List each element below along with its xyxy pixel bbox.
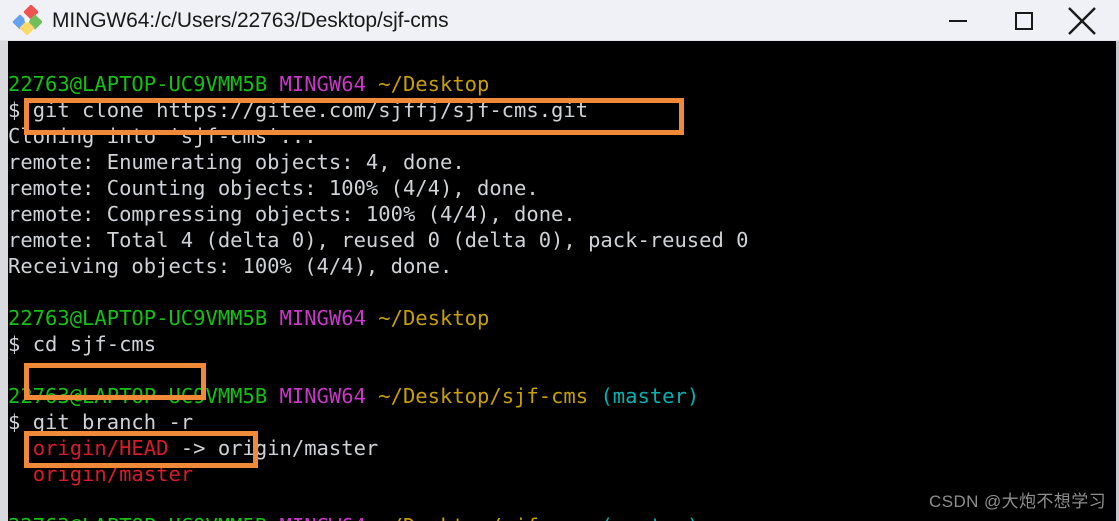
terminal-segment: Receiving objects: 100% (4/4), done. <box>8 254 453 278</box>
terminal-segment <box>8 358 20 382</box>
terminal-segment <box>366 514 378 521</box>
maximize-button[interactable] <box>991 0 1057 41</box>
terminal-segment <box>588 384 600 408</box>
terminal-line-blank-2 <box>8 357 20 383</box>
terminal-line-prompt-4-partial: 22763@LAPTOP-UC9VMM5B MINGW64 ~/Desktop/… <box>8 513 699 521</box>
terminal-segment: 22763@LAPTOP-UC9VMM5B <box>8 306 268 330</box>
terminal-line-prompt-1: 22763@LAPTOP-UC9VMM5B MINGW64 ~/Desktop <box>8 71 489 97</box>
terminal-line-command-3: $ git branch -r <box>8 409 193 435</box>
terminal-segment: cd sjf-cms <box>32 332 157 356</box>
terminal-segment <box>267 72 279 96</box>
terminal-segment: 22763@LAPTOP-UC9VMM5B <box>8 514 267 521</box>
terminal-line-prompt-3: 22763@LAPTOP-UC9VMM5B MINGW64 ~/Desktop/… <box>8 383 699 409</box>
mingw64-diamonds-icon <box>12 4 43 36</box>
terminal-segment: 22763@LAPTOP-UC9VMM5B <box>8 72 268 96</box>
terminal-left-edge <box>0 41 8 521</box>
terminal-line-output-total: remote: Total 4 (delta 0), reused 0 (del… <box>8 227 749 253</box>
window-titlebar[interactable]: MINGW64:/c/Users/22763/Desktop/sjf-cms <box>0 0 1119 41</box>
close-icon <box>1068 6 1096 35</box>
terminal-segment <box>366 72 378 96</box>
terminal-segment <box>8 280 20 304</box>
terminal-segment: 22763@LAPTOP-UC9VMM5B <box>8 384 268 408</box>
window-controls <box>925 0 1119 41</box>
maximize-icon <box>1015 11 1033 30</box>
terminal-segment: $ <box>8 410 33 434</box>
terminal-line-output-receiving: Receiving objects: 100% (4/4), done. <box>8 253 452 279</box>
terminal-segment: remote: Compressing objects: 100% (4/4),… <box>8 202 576 226</box>
terminal-segment: origin/HEAD <box>32 436 169 460</box>
minimize-icon <box>949 19 967 22</box>
terminal-segment: ~/Desktop <box>378 306 490 330</box>
terminal-segment: MINGW64 <box>279 384 366 408</box>
terminal-segment: ~/Desktop/sjf-cms <box>378 384 589 408</box>
terminal-line-blank-1 <box>8 279 20 305</box>
terminal-segment <box>8 436 33 460</box>
terminal-output: 22763@LAPTOP-UC9VMM5B MINGW64 ~/Desktop $… <box>8 41 1116 521</box>
terminal-segment: git branch -r <box>32 410 194 434</box>
terminal-segment <box>588 514 600 521</box>
terminal-segment <box>8 488 20 512</box>
terminal-segment <box>8 462 33 486</box>
terminal-line-output-counting: remote: Counting objects: 100% (4/4), do… <box>8 175 539 201</box>
terminal-line-output-enumerating: remote: Enumerating objects: 4, done. <box>8 149 465 175</box>
mingw64-window: MINGW64:/c/Users/22763/Desktop/sjf-cms 2… <box>0 0 1119 521</box>
terminal-segment: MINGW64 <box>279 306 366 330</box>
terminal-segment: $ <box>8 332 33 356</box>
terminal-segment: ~/Desktop/sjf-cms <box>378 514 588 521</box>
terminal-line-output-compressing: remote: Compressing objects: 100% (4/4),… <box>8 201 576 227</box>
terminal-pane[interactable]: 22763@LAPTOP-UC9VMM5B MINGW64 ~/Desktop $… <box>0 41 1119 521</box>
terminal-line-output-cloning: Cloning into 'sjf-cms'... <box>8 123 317 149</box>
window-title: MINGW64:/c/Users/22763/Desktop/sjf-cms <box>52 8 449 32</box>
terminal-segment: MINGW64 <box>279 72 366 96</box>
terminal-line-blank-3 <box>8 487 20 513</box>
terminal-segment: MINGW64 <box>280 514 366 521</box>
csdn-watermark: CSDN @大炮不想学习 <box>929 492 1106 511</box>
terminal-segment: ~/Desktop <box>378 72 490 96</box>
terminal-segment: remote: Total 4 (delta 0), reused 0 (del… <box>8 228 749 252</box>
terminal-segment <box>267 384 279 408</box>
terminal-segment <box>366 306 378 330</box>
terminal-line-command-1: $ git clone https://gitee.com/sjffj/sjf-… <box>8 97 588 123</box>
terminal-segment: $ <box>8 98 33 122</box>
close-button[interactable] <box>1057 0 1119 41</box>
terminal-line-output-master: origin/master <box>8 461 193 487</box>
terminal-segment <box>366 384 378 408</box>
terminal-line-prompt-2: 22763@LAPTOP-UC9VMM5B MINGW64 ~/Desktop <box>8 305 489 331</box>
terminal-segment: (master) <box>600 384 700 408</box>
terminal-segment: (master) <box>600 514 699 521</box>
terminal-line-command-2: $ cd sjf-cms <box>8 331 156 357</box>
terminal-segment <box>267 306 279 330</box>
terminal-segment: Cloning into 'sjf-cms'... <box>8 124 317 148</box>
terminal-segment: remote: Enumerating objects: 4, done. <box>8 150 465 174</box>
terminal-line-output-head: origin/HEAD -> origin/master <box>8 435 379 461</box>
terminal-segment <box>267 514 279 521</box>
terminal-segment: remote: Counting objects: 100% (4/4), do… <box>8 176 539 200</box>
terminal-segment: git clone https://gitee.com/sjffj/sjf-cm… <box>32 98 589 122</box>
terminal-segment: -> origin/master <box>168 436 379 460</box>
terminal-segment: origin/master <box>32 462 194 486</box>
minimize-button[interactable] <box>925 0 991 41</box>
